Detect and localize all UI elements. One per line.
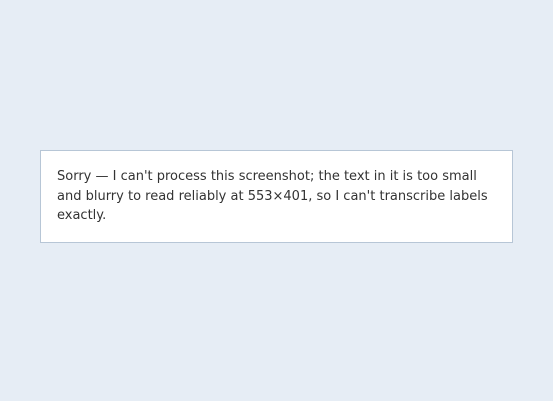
notice-message: Sorry — I can't process this screenshot;…	[57, 169, 488, 223]
unreadable-notice: Sorry — I can't process this screenshot;…	[40, 150, 513, 243]
